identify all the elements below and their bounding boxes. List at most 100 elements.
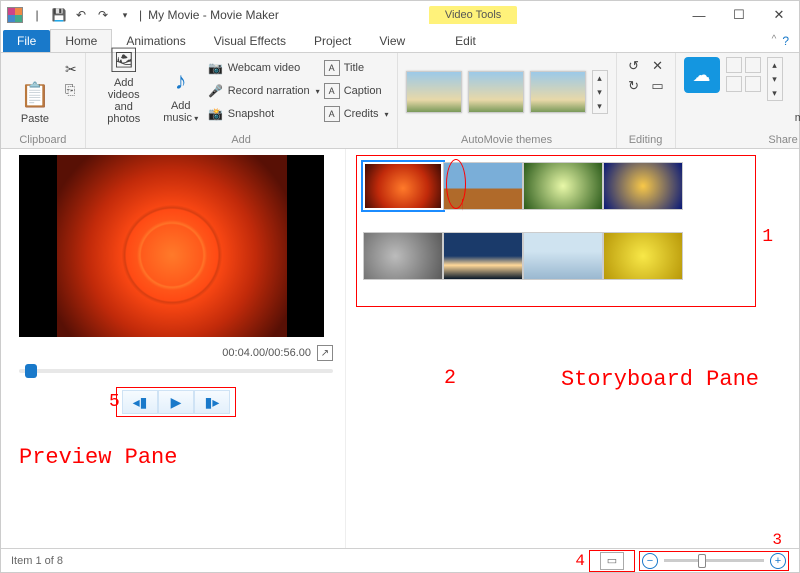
- theme-thumb[interactable]: [468, 71, 524, 113]
- close-button[interactable]: ✕: [759, 1, 799, 29]
- ribbon: 📋 Paste ✂ ⎘ Clipboard 🖼 Add videos and p…: [1, 53, 799, 149]
- theme-thumb[interactable]: [406, 71, 462, 113]
- delete-icon[interactable]: ✕: [649, 57, 667, 75]
- tab-view[interactable]: View: [365, 30, 419, 52]
- group-automovie: ▴▾▾ AutoMovie themes: [398, 53, 617, 148]
- clip-strip: [363, 162, 749, 210]
- clip-thumbnail[interactable]: [363, 162, 443, 210]
- share-more[interactable]: ▴▾▾: [767, 57, 783, 101]
- save-movie-button[interactable]: 🎞 Save movie ▾: [789, 57, 800, 127]
- tab-edit[interactable]: Edit: [441, 30, 490, 52]
- share-target-icon[interactable]: [726, 57, 742, 73]
- tab-file[interactable]: File: [3, 30, 50, 52]
- window-controls: — ☐ ✕: [679, 1, 799, 29]
- window-titlebar: | 💾 ↶ ↷ ▾ | My Movie - Movie Maker Video…: [1, 1, 799, 29]
- theme-thumb[interactable]: [530, 71, 586, 113]
- group-label-editing: Editing: [625, 132, 667, 146]
- playback-controls: ◂▮ ▶ ▮▸: [116, 387, 236, 417]
- add-videos-button[interactable]: 🖼 Add videos and photos: [94, 57, 154, 127]
- zoom-in-button[interactable]: +: [770, 553, 786, 569]
- fullscreen-icon[interactable]: ↗: [317, 345, 333, 361]
- seek-slider[interactable]: [19, 369, 333, 373]
- annotation-playhead-circle: [446, 159, 466, 209]
- select-all-icon[interactable]: ▭: [649, 77, 667, 95]
- snapshot-button[interactable]: 📸Snapshot: [208, 103, 320, 125]
- annotation-2: 2: [444, 367, 456, 390]
- qat-separator: |: [27, 5, 47, 25]
- group-clipboard: 📋 Paste ✂ ⎘ Clipboard: [1, 53, 86, 148]
- tab-project[interactable]: Project: [300, 30, 365, 52]
- clip-thumbnail[interactable]: [363, 232, 443, 280]
- clip-thumbnail[interactable]: [603, 162, 683, 210]
- caption-icon: A: [324, 83, 340, 99]
- redo-icon[interactable]: ↷: [93, 5, 113, 25]
- preview-frame-image: [57, 155, 287, 337]
- zoom-slider[interactable]: [664, 559, 764, 562]
- context-tab-video-tools: Video Tools: [429, 6, 517, 24]
- gallery-more[interactable]: ▴▾▾: [592, 70, 608, 114]
- quick-access-toolbar: | 💾 ↶ ↷ ▾: [1, 5, 139, 25]
- app-icon[interactable]: [5, 5, 25, 25]
- rotate-right-icon[interactable]: ↻: [625, 77, 643, 95]
- help-icon[interactable]: ?: [782, 34, 789, 48]
- cut-icon[interactable]: ✂: [65, 61, 77, 78]
- qat-dropdown-icon[interactable]: ▾: [115, 5, 135, 25]
- thumbnail-size-button[interactable]: ▭: [600, 552, 624, 570]
- annotation-1: 1: [762, 227, 773, 247]
- title-icon: A: [324, 60, 340, 76]
- theme-gallery[interactable]: ▴▾▾: [406, 70, 608, 114]
- clip-thumbnail[interactable]: [443, 232, 523, 280]
- add-music-button[interactable]: ♪ Add music ▾: [158, 57, 204, 127]
- clip-strip: [363, 232, 749, 280]
- seek-thumb[interactable]: [25, 364, 37, 378]
- group-add: 🖼 Add videos and photos ♪ Add music ▾ 📷W…: [86, 53, 398, 148]
- prev-frame-button[interactable]: ◂▮: [122, 390, 158, 414]
- microphone-icon: 🎤: [208, 83, 224, 99]
- tab-visual-effects[interactable]: Visual Effects: [200, 30, 300, 52]
- clipboard-icon: 📋: [19, 79, 51, 111]
- copy-icon[interactable]: ⎘: [65, 82, 77, 98]
- annotation-storyboard-label: Storyboard Pane: [561, 367, 759, 392]
- main-area: 00:04.00/00:56.00 ↗ 5 ◂▮ ▶ ▮▸ Preview Pa…: [1, 149, 799, 548]
- webcam-button[interactable]: 📷Webcam video: [208, 57, 320, 79]
- tab-home[interactable]: Home: [50, 29, 112, 52]
- clip-thumbnail[interactable]: [523, 162, 603, 210]
- zoom-thumb[interactable]: [698, 554, 706, 568]
- zoom-control: − +: [642, 553, 786, 569]
- next-frame-button[interactable]: ▮▸: [194, 390, 230, 414]
- ribbon-collapse-icon[interactable]: ^: [772, 34, 777, 48]
- rotate-left-icon[interactable]: ↺: [625, 57, 643, 75]
- add-videos-icon: 🖼: [108, 46, 140, 75]
- zoom-out-button[interactable]: −: [642, 553, 658, 569]
- group-label-add: Add: [94, 132, 389, 146]
- group-label-clipboard: Clipboard: [9, 132, 77, 146]
- share-target-icon[interactable]: [726, 76, 742, 92]
- preview-canvas[interactable]: [19, 155, 324, 337]
- paste-button[interactable]: 📋 Paste: [9, 57, 61, 127]
- minimize-button[interactable]: —: [679, 1, 719, 29]
- group-editing: ↺ ↻ ✕ ▭ Editing: [617, 53, 676, 148]
- clip-thumbnail[interactable]: [523, 232, 603, 280]
- onedrive-icon[interactable]: ☁: [684, 57, 720, 93]
- credits-button[interactable]: ACredits▾: [324, 103, 389, 125]
- group-label-share: Share: [684, 132, 800, 146]
- window-title: My Movie - Movie Maker: [142, 8, 279, 22]
- save-icon[interactable]: 💾: [49, 5, 69, 25]
- annotation-4: 4: [575, 552, 585, 570]
- undo-icon[interactable]: ↶: [71, 5, 91, 25]
- storyboard-pane: 1 2 Storyboard Pane: [346, 149, 799, 548]
- music-note-icon: ♪: [165, 66, 197, 98]
- annotation-box-1: 1: [356, 155, 756, 307]
- title-button[interactable]: ATitle: [324, 57, 389, 79]
- share-target-icon[interactable]: [745, 76, 761, 92]
- caption-button[interactable]: ACaption: [324, 80, 389, 102]
- annotation-preview-label: Preview Pane: [19, 445, 333, 470]
- record-narration-button[interactable]: 🎤Record narration▾: [208, 80, 320, 102]
- clip-thumbnail[interactable]: [603, 232, 683, 280]
- share-target-icon[interactable]: [745, 57, 761, 73]
- annotation-box-4: ▭: [589, 550, 635, 572]
- playback-time: 00:04.00/00:56.00: [222, 347, 311, 359]
- play-button[interactable]: ▶: [158, 390, 194, 414]
- maximize-button[interactable]: ☐: [719, 1, 759, 29]
- annotation-3: 3: [772, 531, 782, 549]
